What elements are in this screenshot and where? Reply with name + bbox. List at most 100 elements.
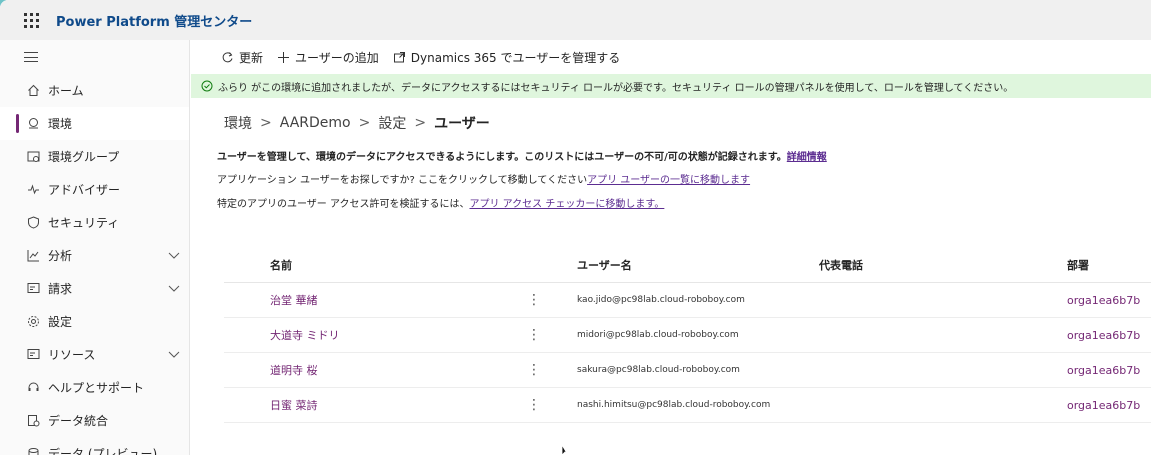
home-icon [26,84,40,98]
add-user-label: ユーザーの追加 [295,50,379,65]
user-email: kao.jido@pc98lab.cloud-roboboy.com [577,295,745,305]
resources-icon [26,348,40,362]
description-text: ユーザーを管理して、環境のデータにアクセスできるようにします。このリストにはユー… [217,152,787,163]
sidebar-item-environment-groups[interactable]: 環境グループ [0,140,189,173]
sidebar-item-settings[interactable]: 設定 [0,305,189,338]
refresh-label: 更新 [239,50,264,65]
column-header-phone[interactable]: 代表電話 [819,257,1067,273]
headset-icon [26,381,40,395]
plus-icon [278,51,290,63]
refresh-icon [222,51,233,62]
sidebar-item-label: 環境 [48,117,73,131]
user-email: sakura@pc98lab.cloud-roboboy.com [577,365,740,375]
user-email: midori@pc98lab.cloud-roboboy.com [577,330,739,340]
shield-icon [26,216,40,230]
open-external-icon [393,51,405,62]
refresh-button[interactable]: 更新 [221,49,263,66]
data-icon [26,447,40,455]
sidebar-item-help-support[interactable]: ヘルプとサポート [0,371,189,404]
sidebar-item-billing[interactable]: 請求 [0,272,189,305]
sidebar-item-label: アドバイザー [48,183,121,197]
description-line-3: 特定のアプリのユーザー アクセス許可を検証するには、アプリ アクセス チェッカー… [217,195,664,210]
sidebar-item-label: 分析 [48,249,73,263]
user-dept-link[interactable]: orga1ea6b7b [1067,294,1151,307]
table-row[interactable]: 治堂 華緒 ⋮ kao.jido@pc98lab.cloud-roboboy.c… [224,283,1151,318]
hamburger-menu-icon[interactable] [0,40,189,74]
sidebar-item-label: セキュリティ [48,216,120,230]
table-row[interactable]: 日蜜 菜詩 ⋮ nashi.himitsu@pc98lab.cloud-robo… [224,388,1151,423]
analytics-icon [26,249,40,263]
page-title: ユーザー [434,116,490,132]
sidebar-item-label: データ統合 [48,414,109,428]
sidebar-item-resources[interactable]: リソース [0,338,189,371]
user-dept-link[interactable]: orga1ea6b7b [1067,399,1151,412]
column-header-name[interactable]: 名前 [224,257,474,273]
breadcrumb-item-environments[interactable]: 環境 [224,113,252,133]
user-name-link[interactable]: 道明寺 桜 [224,362,474,378]
sidebar-item-home[interactable]: ホーム [0,74,189,107]
app-title[interactable]: Power Platform 管理センター [56,11,252,30]
chevron-down-icon[interactable] [168,282,180,294]
top-bar: Power Platform 管理センター [0,0,1151,40]
user-email: nashi.himitsu@pc98lab.cloud-roboboy.com [577,400,771,410]
sidebar-item-security[interactable]: セキュリティ [0,206,189,239]
user-name-link[interactable]: 日蜜 菜詩 [224,397,474,413]
sidebar-item-analytics[interactable]: 分析 [0,239,189,272]
breadcrumb-separator: > [358,115,371,131]
more-options-icon[interactable]: ⋮ [474,363,574,377]
environments-icon [26,117,40,131]
sidebar-item-label: 請求 [48,282,73,296]
more-options-icon[interactable]: ⋮ [474,398,574,412]
app-users-link[interactable]: アプリ ユーザーの一覧に移動します [587,175,750,186]
app-window: Power Platform 管理センター ホーム 環境 環境グループ アドバイ… [0,0,1151,455]
sidebar-item-label: リソース [48,348,96,362]
breadcrumb: 環境 > AARDemo > 設定 > ユーザー [224,113,490,133]
sidebar-item-environments[interactable]: 環境 [0,107,189,140]
breadcrumb-item-settings[interactable]: 設定 [378,113,406,133]
breadcrumb-separator: > [414,115,427,131]
main-content: 更新 ユーザーの追加 Dynamics 365 でユーザーを管理する ふらり が… [191,40,1151,455]
table-row[interactable]: 大道寺 ミドリ ⋮ midori@pc98lab.cloud-roboboy.c… [224,318,1151,353]
sidebar-item-data-integration[interactable]: データ統合 [0,404,189,437]
environment-groups-icon [26,150,40,164]
command-bar: 更新 ユーザーの追加 Dynamics 365 でユーザーを管理する [191,40,1151,74]
user-dept-link[interactable]: orga1ea6b7b [1067,329,1151,342]
sidebar-item-advisor[interactable]: アドバイザー [0,173,189,206]
description-text: 特定のアプリのユーザー アクセス許可を検証するには、 [217,199,470,210]
billing-icon [26,282,40,296]
description-text: アプリケーション ユーザーをお探しですか? ここをクリックして移動してください [217,175,588,186]
banner-text: ふらり がこの環境に追加されましたが、データにアクセスするにはセキュリティ ロー… [218,82,1014,94]
sidebar-item-data-preview[interactable]: データ (プレビュー) [0,437,189,455]
manage-in-dynamics-label: Dynamics 365 でユーザーを管理する [410,50,621,65]
column-header-dept[interactable]: 部署 [1067,257,1151,273]
sidebar-item-label: データ (プレビュー) [48,447,158,455]
add-user-button[interactable]: ユーザーの追加 [277,49,379,66]
breadcrumb-item-environment[interactable]: AARDemo [280,115,351,131]
users-table: 名前 ユーザー名 代表電話 部署 治堂 華緒 ⋮ kao.jido@pc98la… [224,247,1151,423]
manage-in-dynamics-button[interactable]: Dynamics 365 でユーザーを管理する [393,49,620,66]
sidebar: ホーム 環境 環境グループ アドバイザー セキュリティ 分析 請求 設定 リソー… [0,40,190,455]
breadcrumb-separator: > [260,115,272,131]
more-options-icon[interactable]: ⋮ [474,328,574,342]
column-header-username[interactable]: ユーザー名 [574,257,819,273]
app-access-checker-link[interactable]: アプリ アクセス チェッカーに移動します。 [469,199,664,210]
gear-icon [26,315,40,329]
description-line-1: ユーザーを管理して、環境のデータにアクセスできるようにします。このリストにはユー… [217,148,827,163]
user-name-link[interactable]: 大道寺 ミドリ [224,327,474,343]
table-row[interactable]: 道明寺 桜 ⋮ sakura@pc98lab.cloud-roboboy.com… [224,353,1151,388]
sidebar-item-label: ホーム [48,84,84,98]
more-options-icon[interactable]: ⋮ [474,293,574,307]
checkmark-circle-icon [201,80,213,92]
user-name-link[interactable]: 治堂 華緒 [224,292,474,308]
chevron-down-icon[interactable] [168,348,180,360]
description-line-2: アプリケーション ユーザーをお探しですか? ここをクリックして移動してくださいア… [217,171,750,186]
user-dept-link[interactable]: orga1ea6b7b [1067,364,1151,377]
success-banner: ふらり がこの環境に追加されましたが、データにアクセスするにはセキュリティ ロー… [191,74,1151,98]
advisor-icon [26,183,40,197]
sidebar-item-label: 設定 [48,315,73,329]
chevron-down-icon[interactable] [168,249,180,261]
learn-more-link[interactable]: 詳細情報 [787,152,827,163]
mouse-cursor-icon [561,445,569,455]
app-launcher-icon[interactable] [12,0,50,40]
table-header: 名前 ユーザー名 代表電話 部署 [224,247,1151,283]
